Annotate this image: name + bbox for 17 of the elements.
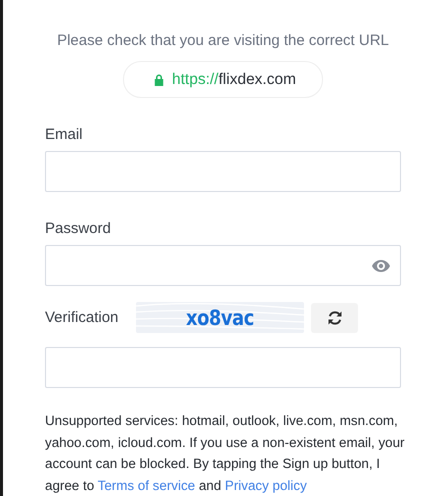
field-label: Email bbox=[45, 126, 84, 143]
verification-field[interactable] bbox=[45, 347, 401, 388]
terms-notice: Unsupported services: hotmail, outlook, live.com, msn.com, yahoo.com, icloud.com. If you use a non-existent email, your account can be blocked. By tapping the Sign up button, I agree to Terms of service and Privacy policy bbox=[45, 412, 406, 495]
email-field[interactable] bbox=[45, 151, 401, 192]
captcha-image: xo8vac bbox=[136, 302, 304, 333]
eye-icon[interactable] bbox=[372, 260, 390, 272]
url-host: flixdex.com bbox=[218, 70, 296, 88]
privacy-link[interactable]: Privacy policy bbox=[224, 478, 307, 492]
field-label: Verification bbox=[45, 309, 120, 326]
url-warning: Please check that you are visiting the correct URL bbox=[56, 32, 390, 49]
url-scheme: https:// bbox=[172, 70, 218, 88]
password-field[interactable] bbox=[45, 245, 401, 286]
terms-link[interactable]: Terms of service bbox=[98, 478, 196, 492]
refresh-icon bbox=[326, 310, 342, 326]
lock-icon bbox=[154, 74, 164, 86]
field-label: Password bbox=[45, 220, 112, 237]
refresh-button[interactable] bbox=[311, 302, 358, 332]
